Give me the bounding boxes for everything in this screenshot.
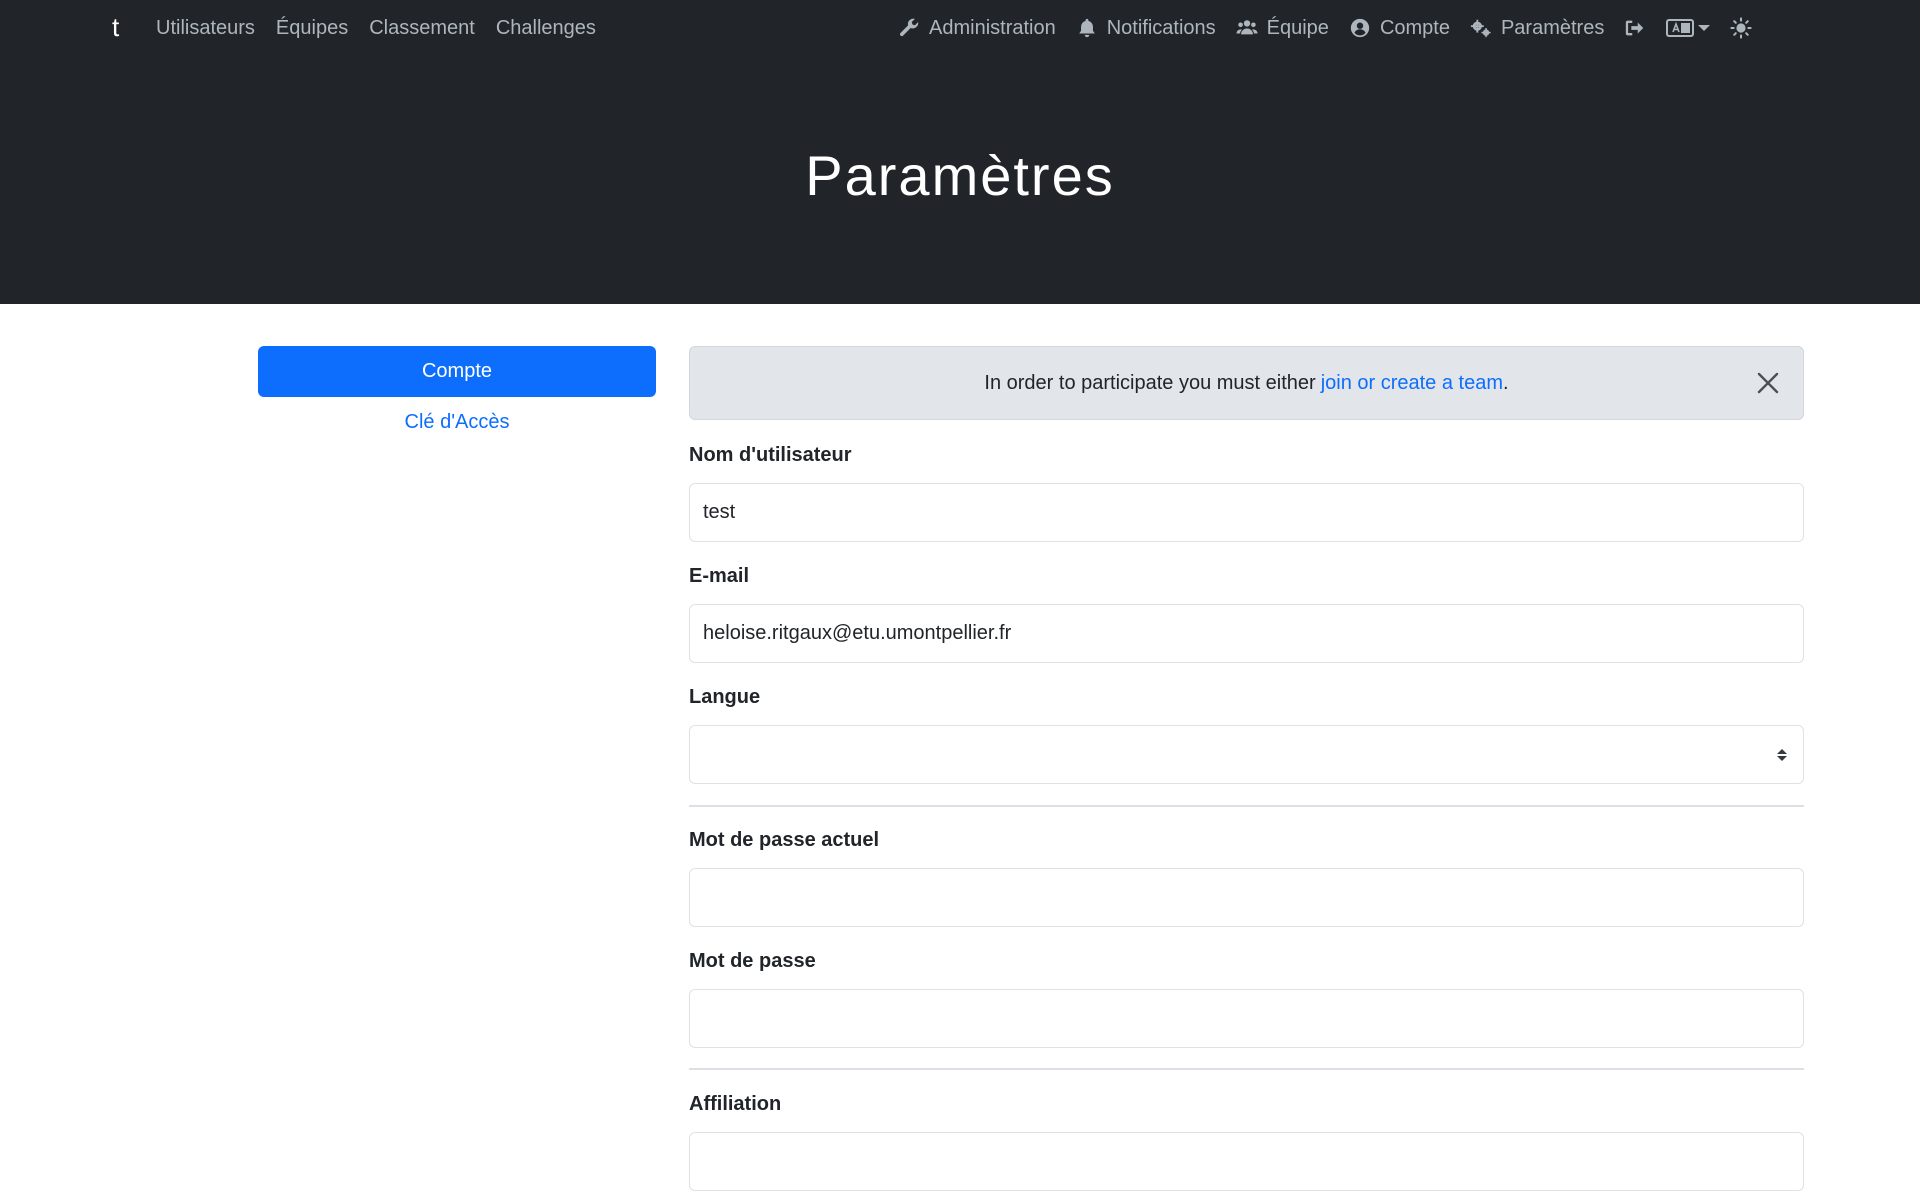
nav-link-notifications[interactable]: Notifications (1076, 17, 1216, 40)
tab-cle-acces[interactable]: Clé d'Accès (258, 411, 656, 434)
nav-label-administration: Administration (929, 16, 1056, 39)
select-arrows-icon (1777, 748, 1787, 761)
section-divider (689, 1068, 1804, 1070)
tab-compte[interactable]: Compte (258, 346, 656, 397)
team-required-alert: In order to participate you must either … (689, 346, 1804, 420)
logout-button[interactable] (1624, 17, 1646, 39)
bell-icon (1076, 17, 1098, 39)
page-header: Paramètres (0, 56, 1920, 304)
nav-link-equipe[interactable]: Équipe (1236, 17, 1329, 40)
alert-close-button[interactable] (1753, 368, 1783, 398)
nav-label-equipe: Équipe (1266, 16, 1329, 39)
affiliation-label: Affiliation (689, 1093, 782, 1115)
nav-link-administration[interactable]: Administration (898, 17, 1056, 40)
language-icon (1666, 17, 1695, 39)
nav-link-challenges[interactable]: Challenges (496, 17, 596, 40)
nav-right-group: Administration Notifications Équipe Comp… (898, 0, 1752, 56)
nav-link-parametres[interactable]: Paramètres (1470, 17, 1604, 40)
current-password-input[interactable] (689, 868, 1804, 927)
join-team-link[interactable]: join or create a team (1321, 372, 1503, 395)
alert-suffix: . (1503, 371, 1509, 394)
nav-label-parametres: Paramètres (1500, 16, 1605, 39)
password-input[interactable] (689, 989, 1804, 1048)
theme-toggle-icon (1730, 17, 1752, 39)
gears-icon (1470, 17, 1492, 39)
logout-icon (1624, 17, 1646, 39)
alert-text: In order to participate you must either (984, 371, 1316, 394)
password-label: Mot de passe (689, 950, 816, 972)
nav-label-notifications: Notifications (1106, 16, 1216, 39)
nav-label-compte: Compte (1379, 16, 1450, 39)
email-label: E-mail (689, 565, 750, 587)
users-icon (1236, 17, 1258, 39)
theme-toggle-button[interactable] (1730, 17, 1752, 39)
language-dropdown[interactable] (1666, 17, 1711, 39)
page-title: Paramètres (805, 144, 1115, 207)
language-label: Langue (689, 686, 761, 708)
nav-left-group: Utilisateurs Équipes Classement Challeng… (156, 0, 596, 56)
user-circle-icon (1349, 17, 1371, 39)
nav-link-classement[interactable]: Classement (369, 17, 475, 40)
affiliation-input[interactable] (689, 1132, 1804, 1191)
close-icon (1757, 372, 1779, 394)
brand-logo[interactable]: t (112, 12, 119, 43)
email-input[interactable] (689, 604, 1804, 663)
nav-link-utilisateurs[interactable]: Utilisateurs (156, 17, 255, 40)
language-select[interactable] (689, 725, 1804, 784)
username-label: Nom d'utilisateur (689, 444, 852, 466)
top-navbar: t Utilisateurs Équipes Classement Challe… (0, 0, 1920, 56)
current-password-label: Mot de passe actuel (689, 829, 880, 851)
wrench-icon (898, 17, 920, 39)
nav-link-compte[interactable]: Compte (1349, 17, 1450, 40)
nav-link-equipes[interactable]: Équipes (276, 17, 348, 40)
username-input[interactable] (689, 483, 1804, 542)
chevron-down-icon (1698, 25, 1711, 31)
section-divider (689, 805, 1804, 807)
